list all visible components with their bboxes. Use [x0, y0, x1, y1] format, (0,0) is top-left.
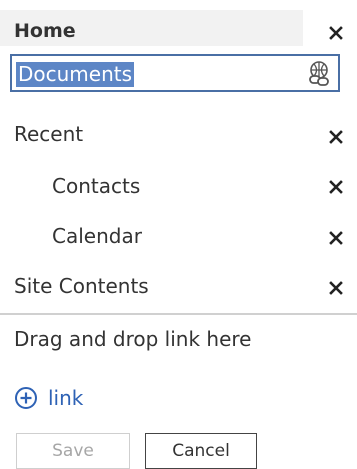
nav-item-label: Site Contents — [14, 274, 149, 298]
close-icon — [329, 130, 343, 144]
close-icon — [329, 26, 343, 40]
nav-item-documents[interactable]: Documents — [0, 54, 357, 92]
add-link-label: link — [48, 386, 84, 410]
nav-item-recent[interactable]: Recent — [0, 122, 357, 152]
save-button[interactable]: Save — [16, 433, 130, 469]
close-icon — [329, 281, 343, 295]
link-settings-icon[interactable] — [306, 60, 332, 88]
nav-item-site-contents[interactable]: Site Contents — [0, 274, 357, 304]
nav-item-calendar[interactable]: Calendar — [0, 224, 357, 254]
add-link-button[interactable]: link — [14, 384, 83, 412]
remove-recent-button[interactable] — [326, 126, 346, 148]
nav-item-label: Home — [14, 20, 76, 42]
plus-circle-icon — [15, 387, 37, 409]
nav-item-label: Contacts — [52, 174, 141, 198]
drop-zone-text: Drag and drop link here — [14, 327, 252, 351]
nav-item-edit-text[interactable]: Documents — [16, 62, 135, 87]
cancel-button[interactable]: Cancel — [145, 433, 257, 469]
nav-item-label: Recent — [14, 122, 84, 146]
remove-contacts-button[interactable] — [326, 176, 346, 198]
remove-site-contents-button[interactable] — [326, 277, 346, 299]
nav-item-label: Calendar — [52, 224, 142, 248]
close-icon — [329, 180, 343, 194]
divider — [0, 313, 357, 315]
nav-item-contacts[interactable]: Contacts — [0, 174, 357, 204]
nav-item-edit-field[interactable]: Documents — [10, 54, 340, 92]
nav-item-home[interactable]: Home — [0, 10, 303, 46]
close-icon — [329, 231, 343, 245]
remove-calendar-button[interactable] — [326, 227, 346, 249]
remove-home-button[interactable] — [326, 22, 346, 44]
